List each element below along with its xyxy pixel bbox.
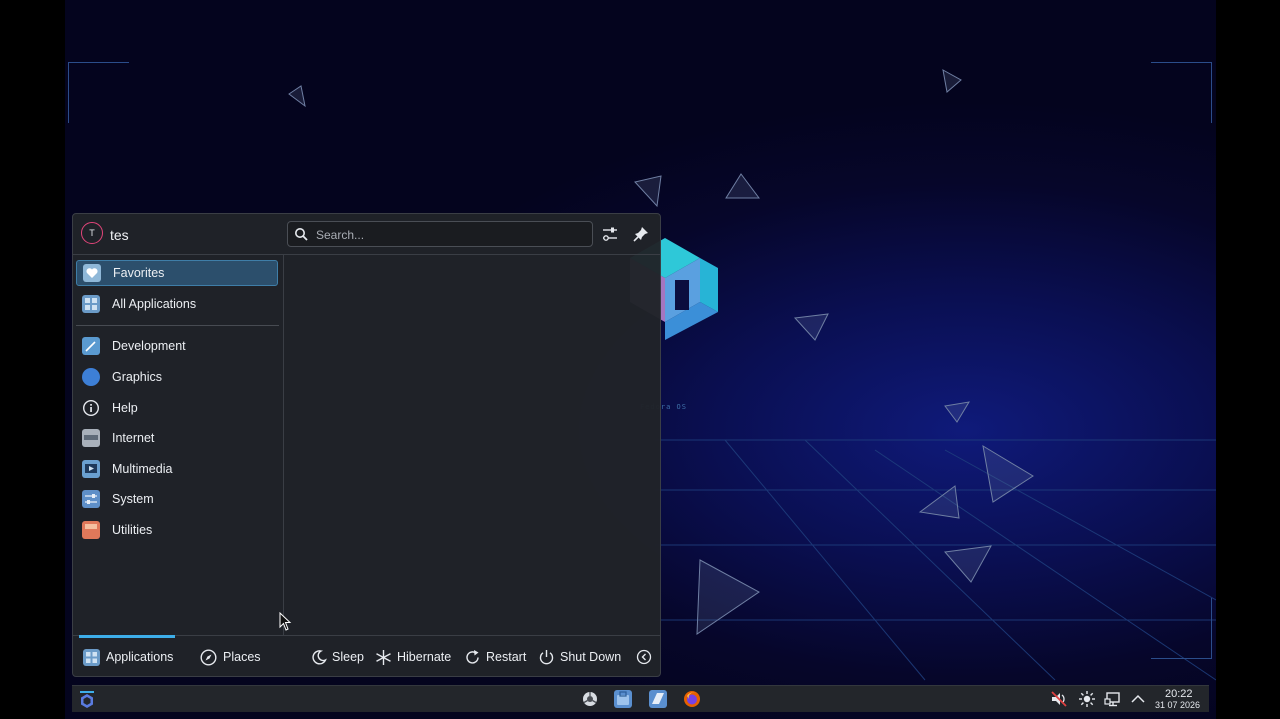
file-manager-icon[interactable] bbox=[649, 690, 667, 708]
user-name: tes bbox=[110, 227, 129, 243]
category-development[interactable]: Development bbox=[76, 333, 278, 359]
network-icon[interactable] bbox=[1104, 690, 1122, 708]
mouse-cursor-icon bbox=[279, 612, 292, 631]
store-icon[interactable] bbox=[614, 690, 632, 708]
chevron-left-icon bbox=[636, 649, 652, 665]
firefox-icon[interactable] bbox=[683, 690, 701, 708]
settings-icon[interactable] bbox=[581, 690, 599, 708]
category-label: Help bbox=[112, 401, 138, 415]
category-label: Graphics bbox=[112, 370, 163, 384]
pin-icon bbox=[633, 227, 648, 242]
applications-icon bbox=[83, 648, 100, 666]
configure-button[interactable] bbox=[599, 223, 621, 245]
utilities-icon bbox=[82, 521, 100, 539]
taskbar: 20:22 31 07 2026 bbox=[72, 685, 1209, 712]
category-internet[interactable]: Internet bbox=[76, 425, 278, 451]
tab-label: Applications bbox=[106, 650, 174, 664]
corner-frame bbox=[1151, 62, 1212, 123]
tab-applications[interactable]: Applications bbox=[83, 636, 173, 678]
system-icon bbox=[82, 490, 100, 508]
sleep-button[interactable]: Sleep bbox=[311, 636, 364, 678]
pin-button[interactable] bbox=[630, 223, 652, 245]
category-label: Internet bbox=[112, 431, 155, 445]
panel-divider bbox=[283, 255, 284, 635]
sleep-icon bbox=[312, 650, 327, 665]
launcher-header: T tes bbox=[73, 214, 660, 255]
category-utilities[interactable]: Utilities bbox=[76, 517, 278, 543]
development-icon bbox=[82, 337, 100, 355]
internet-icon bbox=[82, 429, 100, 447]
category-label: Favorites bbox=[113, 266, 165, 280]
launcher-icon[interactable] bbox=[78, 690, 96, 708]
sidebar-divider bbox=[76, 325, 279, 326]
category-sidebar: Favorites All Applications Development G… bbox=[73, 255, 283, 635]
category-label: All Applications bbox=[112, 297, 197, 311]
category-system[interactable]: System bbox=[76, 486, 278, 512]
power-label: Shut Down bbox=[560, 650, 622, 664]
restart-icon bbox=[466, 649, 479, 664]
application-launcher: T tes Search... Favorites All Applicatio… bbox=[72, 213, 661, 677]
tab-places[interactable]: Places bbox=[200, 636, 261, 678]
power-label: Sleep bbox=[332, 650, 364, 664]
graphics-icon bbox=[82, 368, 100, 386]
power-label: Hibernate bbox=[397, 650, 452, 664]
hibernate-button[interactable]: Hibernate bbox=[375, 636, 451, 678]
hibernate-icon bbox=[376, 649, 391, 665]
category-multimedia[interactable]: Multimedia bbox=[76, 456, 278, 482]
corner-frame bbox=[68, 62, 129, 123]
category-favorites[interactable]: Favorites bbox=[76, 260, 278, 286]
more-power-options-button[interactable] bbox=[636, 636, 652, 678]
category-label: System bbox=[112, 492, 154, 506]
search-input[interactable] bbox=[314, 225, 588, 245]
multimedia-icon bbox=[82, 460, 100, 478]
muted-speaker-icon[interactable] bbox=[1050, 690, 1068, 708]
corner-frame bbox=[1151, 598, 1212, 659]
user-avatar[interactable]: T bbox=[81, 222, 103, 244]
shutdown-button[interactable]: Shut Down bbox=[538, 636, 621, 678]
tab-label: Places bbox=[223, 650, 261, 664]
category-label: Multimedia bbox=[112, 462, 173, 476]
help-icon bbox=[82, 399, 100, 417]
category-help[interactable]: Help bbox=[76, 395, 278, 421]
brightness-icon[interactable] bbox=[1078, 690, 1096, 708]
launcher-footer: Applications Places Sleep Hibernate Rest… bbox=[73, 635, 660, 678]
favorites-icon bbox=[83, 264, 101, 282]
category-label: Utilities bbox=[112, 523, 153, 537]
search-box[interactable] bbox=[287, 221, 593, 247]
power-label: Restart bbox=[486, 650, 527, 664]
clock-time[interactable]: 20:22 bbox=[1165, 688, 1193, 700]
category-all-applications[interactable]: All Applications bbox=[76, 291, 278, 317]
restart-button[interactable]: Restart bbox=[464, 636, 526, 678]
places-icon bbox=[200, 648, 217, 666]
category-graphics[interactable]: Graphics bbox=[76, 364, 278, 390]
shutdown-icon bbox=[539, 649, 554, 664]
expand-tray-icon[interactable] bbox=[1129, 690, 1147, 708]
search-icon bbox=[295, 228, 308, 241]
sliders-icon bbox=[603, 227, 617, 241]
grid-icon bbox=[82, 295, 100, 313]
category-label: Development bbox=[112, 339, 186, 353]
clock-date[interactable]: 31 07 2026 bbox=[1155, 700, 1200, 710]
